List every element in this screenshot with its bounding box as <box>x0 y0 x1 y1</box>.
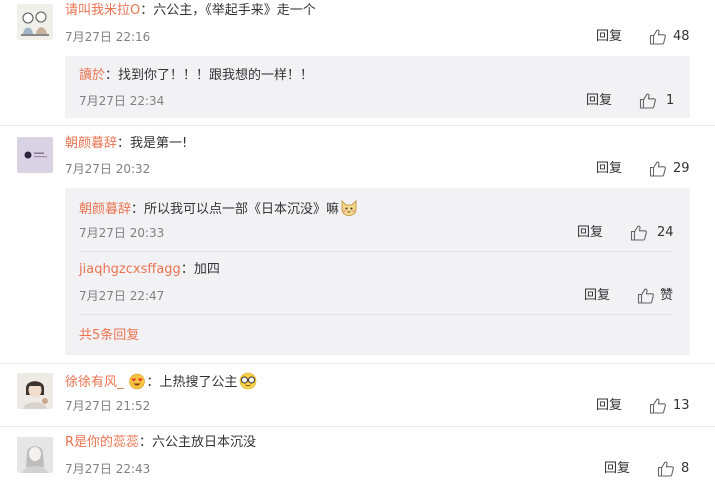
comment-username[interactable]: 请叫我米拉O <box>65 3 140 18</box>
comment-timestamp: 7月27日 20:32 <box>65 162 151 176</box>
reply-divider <box>79 251 671 252</box>
like-count: 13 <box>673 398 690 413</box>
like-count: 8 <box>681 461 690 476</box>
comment-text: ：我是第一! <box>117 136 188 151</box>
reply-button[interactable]: 回复 <box>584 287 610 305</box>
comment-timestamp: 7月27日 22:16 <box>65 30 151 44</box>
reply-username[interactable]: jiaqhgzcxsffagg <box>79 262 181 277</box>
comment-username[interactable]: R是你的蕊蕊 <box>65 435 139 450</box>
heart-eyes-emoji-icon <box>128 373 145 390</box>
thumbs-up-icon[interactable] <box>649 397 667 415</box>
reply-timestamp: 7月27日 22:47 <box>79 289 165 303</box>
more-replies-link[interactable]: 共5条回复 <box>79 327 139 345</box>
like-count: 24 <box>657 225 674 240</box>
reply-divider <box>79 314 671 315</box>
thumbs-up-icon[interactable] <box>649 160 667 178</box>
reply-button[interactable]: 回复 <box>604 460 630 478</box>
like-count: 29 <box>673 161 690 176</box>
reply-button[interactable]: 回复 <box>596 397 622 415</box>
reply-text: ：所以我可以点一部《日本沉没》嘛 <box>131 202 340 217</box>
like-button-label[interactable]: 赞 <box>660 287 673 305</box>
comment-divider <box>0 125 715 126</box>
like-count: 1 <box>666 93 675 108</box>
glasses-emoji-icon <box>239 372 256 390</box>
comment-divider <box>0 363 715 364</box>
comment-timestamp: 7月27日 21:52 <box>65 399 151 413</box>
reply-button[interactable]: 回复 <box>596 28 622 46</box>
comment-username[interactable]: 朝颜暮辞 <box>65 136 117 151</box>
reply-username[interactable]: 讀於 <box>79 68 105 83</box>
reply-text: ：找到你了！！！跟我想的一样！！ <box>105 68 314 83</box>
thumbs-up-icon[interactable] <box>657 460 675 478</box>
avatar[interactable] <box>17 4 53 40</box>
comment-text: ：六公主放日本沉没 <box>139 435 257 450</box>
comment-text: ：上热搜了公主 <box>146 375 238 390</box>
avatar[interactable] <box>17 137 53 173</box>
avatar[interactable] <box>17 373 53 409</box>
reply-button[interactable]: 回复 <box>577 224 603 242</box>
reply-timestamp: 7月27日 20:33 <box>79 226 165 240</box>
avatar[interactable] <box>17 437 53 473</box>
reply-button[interactable]: 回复 <box>596 160 622 178</box>
comment-username[interactable]: 徐徐有风_ <box>65 375 124 390</box>
thumbs-up-icon[interactable] <box>637 287 655 305</box>
comment-divider <box>0 426 715 427</box>
thumbs-up-icon[interactable] <box>649 28 667 46</box>
thumbs-up-icon[interactable] <box>630 224 648 242</box>
like-count: 48 <box>673 29 690 44</box>
comment-text: ：六公主，《举起手来》走一个 <box>140 3 316 18</box>
reply-button[interactable]: 回复 <box>586 92 612 110</box>
comment-timestamp: 7月27日 22:43 <box>65 462 151 476</box>
reply-timestamp: 7月27日 22:34 <box>79 94 165 108</box>
reply-username[interactable]: 朝颜暮辞 <box>79 202 131 217</box>
thumbs-up-icon[interactable] <box>639 92 657 110</box>
reply-text: ：加四 <box>180 262 220 277</box>
fox-face-emoji-icon <box>341 200 357 216</box>
